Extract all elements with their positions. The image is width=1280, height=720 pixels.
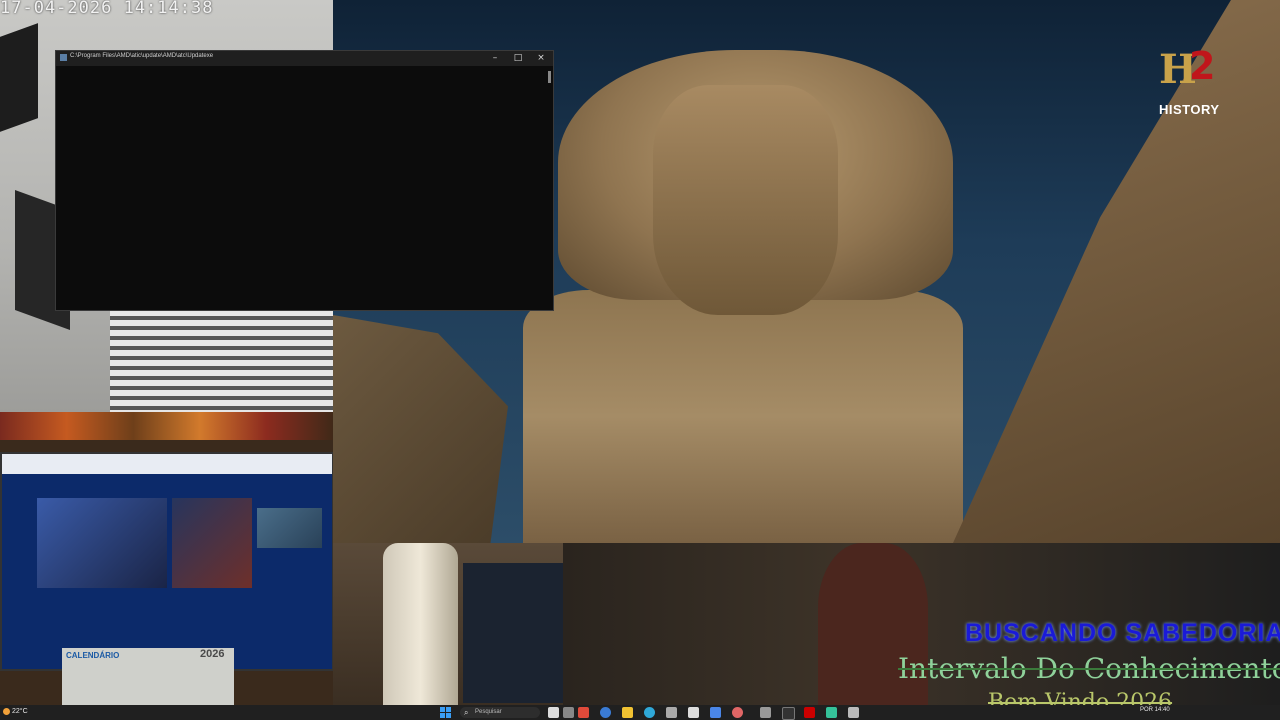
minimize-button[interactable]: –	[484, 51, 506, 66]
maximize-button[interactable]: □	[507, 51, 529, 66]
start-button[interactable]	[440, 707, 452, 718]
app-icon[interactable]	[688, 707, 699, 718]
folder-icon[interactable]	[622, 707, 633, 718]
logo-number: 2	[1189, 44, 1216, 88]
search-placeholder: Pesquisar	[475, 709, 502, 715]
logo-mark: H	[1159, 46, 1197, 93]
weather-icon[interactable]	[3, 708, 10, 715]
system-tray[interactable]: POR 14:40	[1140, 707, 1170, 713]
monitor-screen	[0, 452, 333, 671]
bottle	[383, 543, 458, 705]
taskbar-search[interactable]: ⌕ Pesquisar	[460, 707, 540, 718]
app-icon[interactable]	[666, 707, 677, 718]
app-icon[interactable]	[578, 707, 589, 718]
history-h2-logo: H 2 HISTORY	[1159, 44, 1225, 118]
video-thumbnail	[37, 498, 167, 588]
windows-logo-icon	[440, 707, 445, 712]
app-icon[interactable]	[760, 707, 771, 718]
window-grille	[110, 310, 333, 412]
app-icon[interactable]	[848, 707, 859, 718]
wall-frame	[0, 23, 38, 132]
sphinx-body	[523, 290, 963, 543]
file-manager-icon[interactable]	[548, 707, 559, 718]
calendar-title: CALENDÁRIO	[66, 651, 120, 660]
desk-camera-feed: CALENDÁRIO 2026	[0, 412, 333, 720]
app-icon[interactable]	[563, 707, 574, 718]
chrome-icon[interactable]	[600, 707, 611, 718]
logo-text: HISTORY	[1159, 102, 1220, 117]
browser-bar	[2, 454, 332, 474]
scrollbar[interactable]	[548, 71, 551, 83]
calendar-year: 2026	[200, 648, 225, 660]
app-icon[interactable]	[804, 707, 815, 718]
window-title: C:\Program Files\AMD\atic\update\AMD\atc…	[70, 53, 214, 59]
rock-formation	[333, 315, 508, 543]
taskbar: 22°C ⌕ Pesquisar POR 14:40	[0, 705, 1280, 720]
video-thumbnail	[257, 508, 322, 548]
app-icon[interactable]	[710, 707, 721, 718]
pyramid	[953, 0, 1280, 543]
close-button[interactable]: ×	[530, 51, 552, 66]
app-icon[interactable]	[782, 707, 795, 720]
sphinx-face	[653, 85, 838, 315]
terminal-window[interactable]: C:\Program Files\AMD\atic\update\AMD\atc…	[55, 50, 554, 311]
edge-icon[interactable]	[644, 707, 655, 718]
video-thumbnail	[172, 498, 252, 588]
overlay-title: BUSCANDO SABEDORIA	[965, 619, 1280, 647]
window-title-bar[interactable]: C:\Program Files\AMD\atic\update\AMD\atc…	[56, 51, 553, 66]
overlay-subtitle: Intervalo Do Conhecimento	[898, 652, 1280, 685]
wall-art-strip	[0, 412, 333, 440]
secondary-screen	[463, 563, 563, 703]
terminal-icon	[60, 54, 67, 61]
app-icon[interactable]	[826, 707, 837, 718]
camera-timestamp: 17-04-2026 14:14:38	[0, 0, 214, 18]
weather-widget[interactable]: 22°C	[12, 708, 28, 715]
video-grid	[2, 474, 332, 669]
search-icon: ⌕	[464, 708, 469, 717]
studio-camera-feed	[333, 543, 563, 705]
app-icon[interactable]	[732, 707, 743, 718]
